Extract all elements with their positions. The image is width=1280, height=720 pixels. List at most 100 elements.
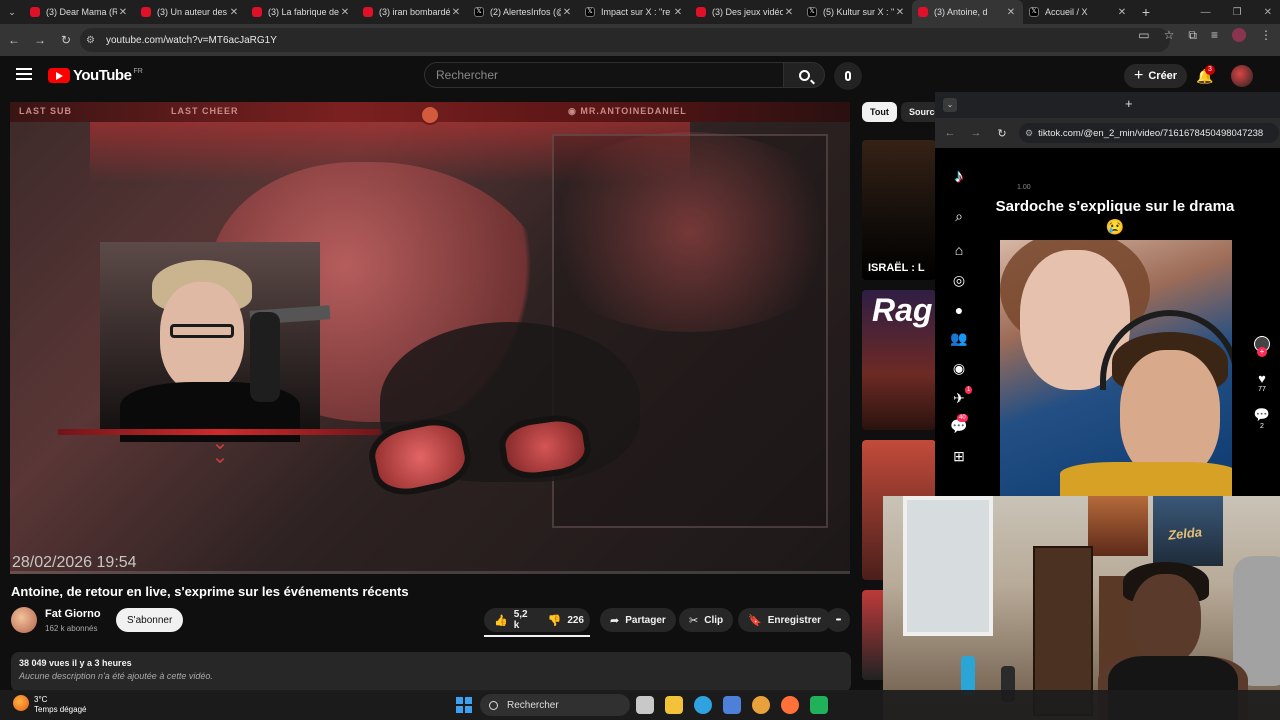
channel-overlay-text: MR.ANTOINEDANIEL xyxy=(580,106,687,116)
weather-icon[interactable] xyxy=(13,695,29,711)
browser-tab[interactable]: 𝕏 (2) AlertesInfos (@ ✕ xyxy=(468,0,579,24)
following-icon[interactable]: 👥 xyxy=(949,328,969,348)
search-input[interactable]: Rechercher xyxy=(424,62,784,88)
view-count-and-date: 38 049 vues il y a 3 heures xyxy=(19,658,132,668)
profile-avatar-icon[interactable]: ◉ xyxy=(949,358,969,378)
channel-name[interactable]: Fat Giorno xyxy=(45,608,101,620)
youtube-favicon-icon xyxy=(252,7,262,17)
tiktok-video[interactable] xyxy=(1000,240,1232,496)
reload-icon[interactable]: ↻ xyxy=(991,127,1013,140)
share-button[interactable]: ➦ Partager xyxy=(600,608,676,632)
start-windows-icon[interactable] xyxy=(456,697,472,713)
close-window-icon[interactable]: ✕ xyxy=(1264,7,1272,18)
browser-profile-avatar[interactable] xyxy=(1232,28,1246,42)
firefox-icon[interactable] xyxy=(781,696,799,714)
live-avatar-icon[interactable]: ● xyxy=(949,300,969,320)
weather-temperature[interactable]: 3°C xyxy=(34,695,47,704)
upload-icon[interactable]: ⊞ xyxy=(949,446,969,466)
browser-tab[interactable]: 𝕏 Impact sur X : "re ✕ xyxy=(579,0,690,24)
site-info-icon[interactable]: ⚙ xyxy=(1025,128,1033,139)
more-actions-button[interactable]: ••• xyxy=(826,608,850,632)
reload-icon[interactable]: ↻ xyxy=(54,28,78,52)
browser-tab[interactable]: (3) Antoine, d ✕ xyxy=(912,0,1023,24)
browser-tab[interactable]: (3) iran bombardé ✕ xyxy=(357,0,468,24)
chrome-icon[interactable] xyxy=(752,696,770,714)
tab-close-icon[interactable]: ✕ xyxy=(1116,7,1128,18)
tiktok-address-bar[interactable]: ⚙ tiktok.com/@en_2_min/video/71616784504… xyxy=(1019,123,1279,143)
save-button[interactable]: 🔖 Enregistrer xyxy=(738,608,832,632)
menu-icon[interactable] xyxy=(16,68,32,82)
browser-tab[interactable]: 𝕏 (5) Kultur sur X : " ✕ xyxy=(801,0,912,24)
media-control-icon[interactable]: ≡ xyxy=(1211,28,1218,43)
chip-all[interactable]: Tout xyxy=(862,102,897,122)
follow-plus-icon[interactable]: + xyxy=(1257,347,1267,357)
maximize-icon[interactable]: ❐ xyxy=(1233,7,1242,18)
account-avatar[interactable] xyxy=(1231,65,1253,87)
edge-icon[interactable] xyxy=(694,696,712,714)
bookmark-star-icon[interactable]: ☆ xyxy=(1164,28,1175,43)
home-icon[interactable]: ⌂ xyxy=(949,240,969,260)
browser-tab[interactable]: (3) Dear Mama (R ✕ xyxy=(24,0,135,24)
tab-search-icon[interactable]: ⌄ xyxy=(943,98,957,112)
bookmark-icon: 🔖 xyxy=(748,614,762,627)
create-button[interactable]: + Créer xyxy=(1124,64,1188,88)
last-cheer-label: LAST CHEER xyxy=(171,106,239,116)
man-shirt xyxy=(1060,462,1232,496)
browser-tab[interactable]: 𝕏 Accueil / X ✕ xyxy=(1023,0,1134,24)
chip-sources[interactable]: Sources xyxy=(901,102,939,122)
subscribe-button[interactable]: S'abonner xyxy=(116,608,184,632)
browser-tab[interactable]: (3) Des jeux vidéo ✕ xyxy=(690,0,801,24)
tab-close-icon[interactable]: ✕ xyxy=(339,7,351,18)
man-face xyxy=(1120,350,1220,480)
explore-icon[interactable]: ◎ xyxy=(949,270,969,290)
cast-icon[interactable]: ▭ xyxy=(1138,28,1149,43)
thumbnail-caption: ISRAËL : L xyxy=(868,262,925,274)
forward-icon[interactable]: → xyxy=(965,127,987,139)
site-info-icon[interactable]: ⚙ xyxy=(86,35,100,46)
new-tab-button[interactable]: + xyxy=(1125,96,1133,111)
clip-button[interactable]: ✂ Clip xyxy=(679,608,734,632)
dislike-button[interactable]: 👎 226 xyxy=(538,608,594,632)
taskbar-search[interactable]: Rechercher xyxy=(480,694,630,716)
recommended-thumbnail[interactable]: ISRAËL : L xyxy=(862,140,936,280)
youtube-play-icon xyxy=(48,68,70,83)
app-green-icon[interactable] xyxy=(810,696,828,714)
address-bar[interactable]: ⚙ youtube.com/watch?v=MT6acJaRG1Y xyxy=(80,28,1170,52)
youtube-logo[interactable]: YouTube FR xyxy=(48,67,143,84)
tab-search-icon[interactable]: ⌄ xyxy=(0,0,24,24)
comment-icon[interactable]: 💬 xyxy=(1249,407,1275,423)
video-progress-bar[interactable] xyxy=(10,571,850,574)
store-icon[interactable] xyxy=(723,696,741,714)
tab-close-icon[interactable]: ✕ xyxy=(894,7,906,18)
browser-tab[interactable]: (3) La fabrique de ✕ xyxy=(246,0,357,24)
heart-icon[interactable]: ♥ xyxy=(1249,371,1275,386)
task-view-icon[interactable] xyxy=(636,696,654,714)
browser-menu-icon[interactable]: ⋮ xyxy=(1260,28,1272,43)
tab-close-icon[interactable]: ✕ xyxy=(561,7,573,18)
search-icon[interactable]: ⌕ xyxy=(949,206,969,226)
file-explorer-icon[interactable] xyxy=(665,696,683,714)
weather-description[interactable]: Temps dégagé xyxy=(34,705,86,714)
extensions-icon[interactable]: ⧉ xyxy=(1188,28,1197,43)
back-icon[interactable]: ← xyxy=(939,127,961,139)
tab-close-icon[interactable]: ✕ xyxy=(1005,7,1017,18)
tiktok-logo-icon[interactable]: ♪ xyxy=(949,166,969,186)
new-tab-button[interactable]: + xyxy=(1134,4,1158,20)
search-button[interactable] xyxy=(783,62,825,88)
tab-close-icon[interactable]: ✕ xyxy=(228,7,240,18)
voice-search-button[interactable] xyxy=(834,62,862,90)
reactor-webcam: Zelda xyxy=(883,496,1280,720)
description-box[interactable]: 38 049 vues il y a 3 heures Aucune descr… xyxy=(11,652,851,692)
browser-tab[interactable]: (3) Un auteur des ✕ xyxy=(135,0,246,24)
forward-icon[interactable]: → xyxy=(28,28,52,52)
like-button[interactable]: 👍 5,2 k xyxy=(484,608,538,632)
channel-avatar[interactable] xyxy=(11,607,37,633)
recommended-thumbnail[interactable]: Rag xyxy=(862,290,936,430)
tab-close-icon[interactable]: ✕ xyxy=(672,7,684,18)
back-icon[interactable]: ← xyxy=(2,28,26,52)
minimize-icon[interactable]: — xyxy=(1201,7,1211,18)
tab-close-icon[interactable]: ✕ xyxy=(783,7,795,18)
video-player[interactable]: LAST SUB LAST CHEER ◉ MR.ANTOINEDANIEL ⌄… xyxy=(10,102,850,574)
tab-close-icon[interactable]: ✕ xyxy=(117,7,129,18)
tab-close-icon[interactable]: ✕ xyxy=(450,7,462,18)
